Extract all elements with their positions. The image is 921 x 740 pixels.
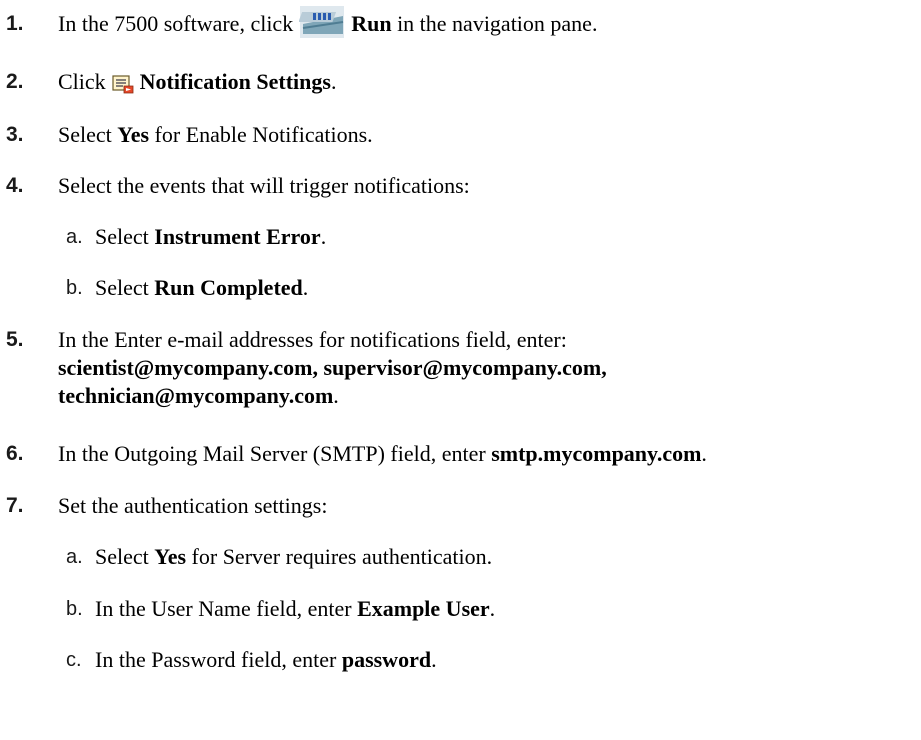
email-addresses-bold: scientist@mycompany.com, supervisor@myco… [58, 355, 607, 380]
step-text-post: for Enable Notifications. [149, 122, 373, 147]
notification-settings-icon [112, 72, 134, 94]
step-text-bold: Yes [117, 122, 150, 147]
step-text: Select Yes for Server requires authentic… [95, 542, 492, 572]
email-addresses-bold: technician@mycompany.com [58, 383, 334, 408]
step-text-bold: Run [351, 11, 392, 36]
step-text: technician@mycompany.com. [58, 381, 339, 411]
step-text-post: . [701, 441, 707, 466]
step-text-post: . [489, 596, 496, 621]
step-text-bold: smtp.mycompany.com [491, 441, 702, 466]
step-text-bold: password [341, 647, 432, 672]
step-text-pre: In the User Name field, enter [95, 596, 358, 621]
substep-letter: a. [66, 226, 83, 248]
step-text-post: in the navigation pane. [397, 11, 598, 36]
step-text-bold: Run Completed [154, 275, 303, 300]
step-text-pre: Select [95, 224, 155, 249]
step-text-line-1: In the Enter e-mail addresses for notifi… [58, 327, 567, 352]
step-number: 7. [6, 494, 24, 517]
step-text: Select the events that will trigger noti… [58, 173, 470, 198]
step-text-post: . [302, 275, 309, 300]
substep-letter: a. [66, 546, 83, 568]
step-text-pre: In the Outgoing Mail Server (SMTP) field… [58, 441, 492, 466]
step-text-post: for Server requires authentication. [186, 544, 493, 569]
step-text-bold: Instrument Error [154, 224, 321, 249]
substep-letter: b. [66, 277, 83, 299]
step-number: 2. [6, 70, 24, 93]
step-text-post: . [431, 647, 437, 672]
step-text: Select Yes for Enable Notifications. [58, 120, 373, 150]
step-text: scientist@mycompany.com, supervisor@myco… [58, 353, 607, 383]
step-text-pre: Select [95, 275, 155, 300]
run-icon [298, 4, 345, 40]
substep-letter: b. [66, 598, 83, 620]
step-text: In the 7500 software, click Run in the n… [58, 5, 598, 40]
step-text: In the Password field, enter password. [95, 645, 437, 675]
step-text-bold: Example User [357, 596, 490, 621]
step-number: 4. [6, 174, 24, 197]
step-text: Select Instrument Error. [95, 222, 326, 252]
step-text-post: . [320, 224, 327, 249]
step-text-bold: Yes [154, 544, 187, 569]
step-text-pre: In the Password field, enter [95, 647, 342, 672]
step-text-pre: Click [58, 69, 106, 94]
step-number: 5. [6, 328, 24, 351]
step-number: 3. [6, 123, 24, 146]
step-number: 1. [6, 12, 24, 35]
step-text-pre: Select [95, 544, 155, 569]
step-text-post: . [330, 69, 337, 94]
step-text: Set the authentication settings: [58, 493, 328, 518]
step-text-pre: Select [58, 122, 118, 147]
step-text: Select Run Completed. [95, 273, 308, 303]
step-text: In the User Name field, enter Example Us… [95, 594, 495, 624]
step-text-post: . [333, 383, 339, 408]
substep-letter: c. [66, 649, 82, 671]
step-number: 6. [6, 442, 24, 465]
step-text-bold: Notification Settings [139, 69, 331, 94]
step-text-pre: In the 7500 software, click [58, 11, 294, 36]
step-text: In the Outgoing Mail Server (SMTP) field… [58, 439, 707, 469]
step-text: Click Notification Settings. [58, 67, 336, 97]
